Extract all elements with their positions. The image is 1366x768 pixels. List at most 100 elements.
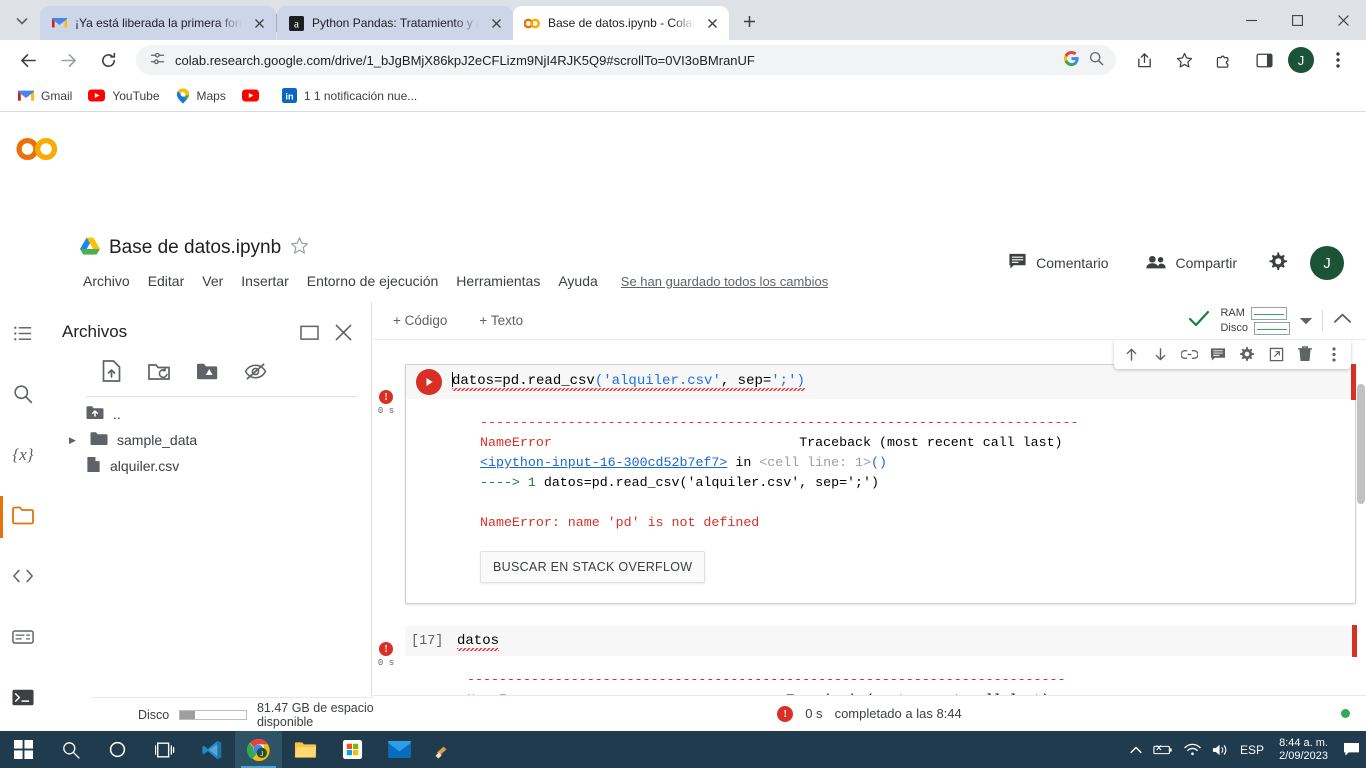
save-status-link[interactable]: Se han guardado todos los cambios xyxy=(621,274,828,289)
open-in-new-window-icon[interactable] xyxy=(295,318,323,346)
code-cell-selected[interactable]: datos=pd.read_csv('alquiler.csv', sep=';… xyxy=(405,340,1356,604)
variables-icon[interactable]: {x} xyxy=(3,435,43,474)
file-explorer-icon[interactable] xyxy=(282,731,329,768)
output-frame-link[interactable]: <ipython-input-16-300cd52b7ef7> xyxy=(480,455,727,470)
battery-icon[interactable] xyxy=(1153,744,1173,756)
bookmark-youtube[interactable]: YouTube xyxy=(80,86,167,106)
file-row-parent[interactable]: .. xyxy=(46,401,371,427)
browser-tab-2[interactable]: Base de datos.ipynb - Colaborat xyxy=(513,6,729,40)
cortana-icon[interactable] xyxy=(94,731,141,768)
tab-search-icon[interactable] xyxy=(8,7,36,35)
toc-icon[interactable] xyxy=(3,314,43,353)
code-cell-1[interactable]: [17] datos -----------------------------… xyxy=(405,625,1357,695)
file-row-sample-data[interactable]: ▶ sample_data xyxy=(46,427,371,453)
mirror-cell-icon[interactable] xyxy=(1265,343,1287,365)
code-input-row[interactable]: [17] datos xyxy=(405,625,1357,657)
menu-editar[interactable]: Editar xyxy=(141,270,192,292)
resource-meters[interactable]: RAM Disco xyxy=(1220,307,1290,335)
comment-button[interactable]: Comentario xyxy=(1000,247,1116,279)
notebook-scrollbar[interactable] xyxy=(1357,384,1365,504)
vscode-icon[interactable] xyxy=(188,731,235,768)
reload-icon[interactable] xyxy=(93,45,123,75)
forward-icon[interactable] xyxy=(53,45,83,75)
task-view-icon[interactable] xyxy=(141,731,188,768)
menu-ver[interactable]: Ver xyxy=(195,270,230,292)
microsoft-store-icon[interactable] xyxy=(329,731,376,768)
link-to-cell-icon[interactable] xyxy=(1178,343,1200,365)
cell-settings-gear-icon[interactable] xyxy=(1236,343,1258,365)
show-hidden-icons-icon[interactable] xyxy=(1130,746,1142,754)
new-tab-button[interactable] xyxy=(735,7,763,35)
command-palette-icon[interactable] xyxy=(3,618,43,657)
code-snippets-icon[interactable] xyxy=(3,557,43,596)
close-icon[interactable] xyxy=(250,14,268,32)
add-code-cell-button[interactable]: + Código xyxy=(387,309,453,332)
notebook-title[interactable]: Base de datos.ipynb xyxy=(109,237,281,259)
address-bar[interactable]: colab.research.google.com/drive/1_bJgBMj… xyxy=(136,45,1116,75)
chrome-menu-icon[interactable] xyxy=(1323,45,1353,75)
search-icon[interactable] xyxy=(3,375,43,414)
ccleaner-icon[interactable] xyxy=(423,731,470,768)
code-editor[interactable]: datos=pd.read_csv('alquiler.csv', sep=';… xyxy=(452,365,1355,399)
menu-ayuda[interactable]: Ayuda xyxy=(551,270,604,292)
start-icon[interactable] xyxy=(0,731,47,768)
language-indicator[interactable]: ESP xyxy=(1240,743,1264,757)
mount-drive-icon[interactable] xyxy=(194,358,220,384)
chevron-down-icon[interactable] xyxy=(1300,312,1312,330)
chevron-right-icon[interactable]: ▶ xyxy=(69,435,81,446)
files-icon[interactable] xyxy=(0,496,43,538)
action-center-icon[interactable] xyxy=(1343,742,1360,757)
file-row-alquiler-csv[interactable]: alquiler.csv xyxy=(46,453,371,479)
mail-icon[interactable] xyxy=(376,731,423,768)
chrome-icon[interactable]: J xyxy=(235,731,282,768)
collapse-header-icon[interactable] xyxy=(1333,312,1352,330)
refresh-folder-icon[interactable] xyxy=(146,358,172,384)
search-icon[interactable] xyxy=(47,731,94,768)
terminal-icon[interactable] xyxy=(3,678,43,717)
move-cell-down-icon[interactable] xyxy=(1149,343,1171,365)
menu-insertar[interactable]: Insertar xyxy=(234,270,295,292)
close-panel-icon[interactable] xyxy=(329,318,357,346)
close-icon[interactable] xyxy=(487,14,505,32)
run-cell-button[interactable] xyxy=(406,365,452,399)
extensions-icon[interactable] xyxy=(1209,45,1239,75)
bookmark-gmail[interactable]: Gmail xyxy=(10,86,80,106)
bookmark-youtube-2[interactable] xyxy=(234,86,274,105)
clock[interactable]: 8:44 a. m. 2/09/2023 xyxy=(1275,737,1332,763)
star-icon[interactable] xyxy=(290,236,309,260)
close-window-button[interactable] xyxy=(1320,0,1366,40)
menu-herramientas[interactable]: Herramientas xyxy=(449,270,547,292)
volume-icon[interactable] xyxy=(1212,743,1229,757)
delete-cell-icon[interactable] xyxy=(1294,343,1316,365)
bookmark-star-icon[interactable] xyxy=(1169,45,1199,75)
minimize-button[interactable] xyxy=(1228,0,1274,40)
wifi-icon[interactable] xyxy=(1184,743,1201,756)
share-button[interactable]: Compartir xyxy=(1137,249,1245,278)
google-lens-g-icon[interactable] xyxy=(1064,51,1079,69)
browser-tab-1[interactable]: a Python Pandas: Tratamiento y an xyxy=(277,6,513,40)
side-panel-icon[interactable] xyxy=(1249,45,1279,75)
add-text-cell-button[interactable]: + Texto xyxy=(473,309,529,332)
share-icon[interactable] xyxy=(1129,45,1159,75)
close-icon[interactable] xyxy=(703,14,721,32)
bookmark-linkedin[interactable]: in 1 1 notificación nue... xyxy=(274,85,425,106)
search-stack-overflow-button[interactable]: BUSCAR EN STACK OVERFLOW xyxy=(480,551,706,583)
code-input-row[interactable]: datos=pd.read_csv('alquiler.csv', sep=';… xyxy=(406,364,1356,400)
add-comment-icon[interactable] xyxy=(1207,343,1229,365)
code-editor[interactable]: datos xyxy=(457,626,1356,656)
upload-file-icon[interactable] xyxy=(98,358,124,384)
account-avatar[interactable]: J xyxy=(1310,246,1344,280)
site-settings-icon[interactable] xyxy=(150,51,165,69)
bookmark-maps[interactable]: Maps xyxy=(168,85,234,107)
move-cell-up-icon[interactable] xyxy=(1120,343,1142,365)
more-cell-actions-icon[interactable] xyxy=(1323,343,1345,365)
search-zoom-icon[interactable] xyxy=(1089,51,1104,69)
colab-logo-icon[interactable] xyxy=(16,132,62,166)
back-icon[interactable] xyxy=(13,45,43,75)
menu-archivo[interactable]: Archivo xyxy=(76,270,137,292)
hide-hidden-files-icon[interactable] xyxy=(242,358,268,384)
settings-button[interactable] xyxy=(1265,246,1290,280)
chrome-profile-avatar[interactable]: J xyxy=(1288,47,1314,73)
maximize-button[interactable] xyxy=(1274,0,1320,40)
browser-tab-0[interactable]: ¡Ya está liberada la primera form xyxy=(40,6,276,40)
